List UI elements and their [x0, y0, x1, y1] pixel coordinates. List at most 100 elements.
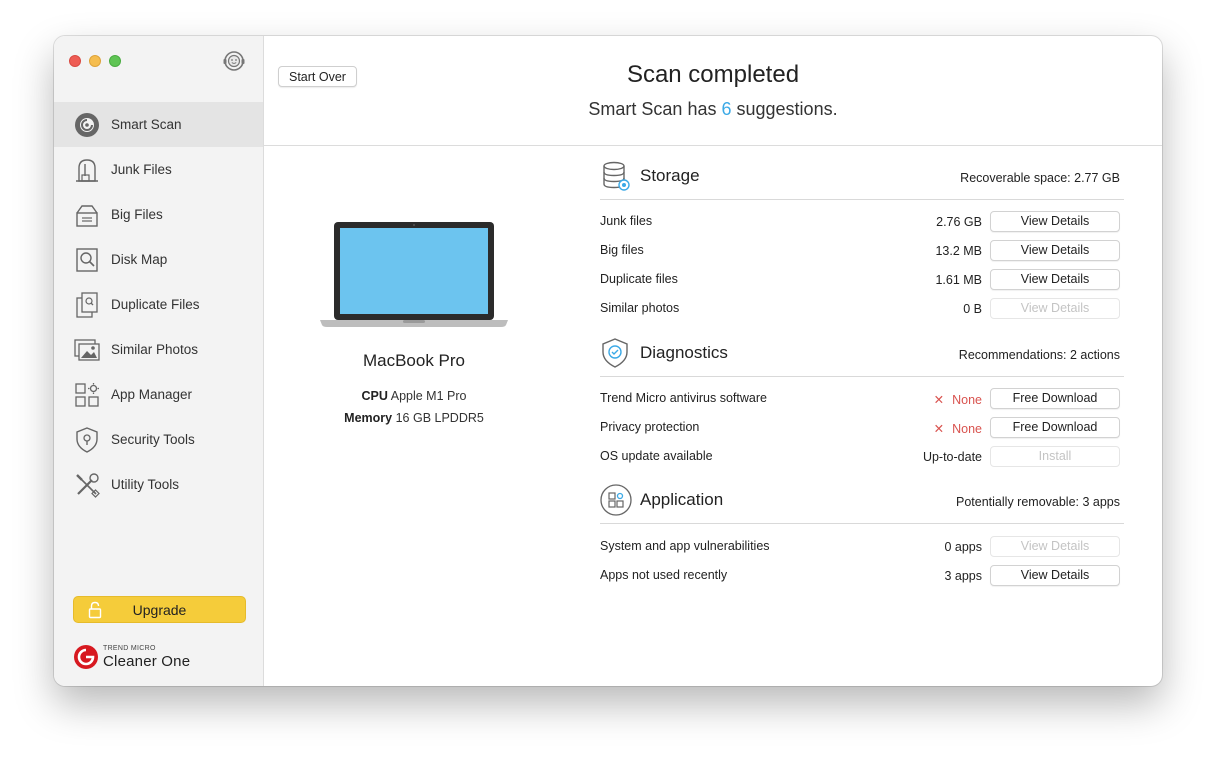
device-panel: MacBook Pro CPU Apple M1 Pro Memory 16 G… — [319, 221, 509, 441]
scan-header: Start Over Scan completed Smart Scan has… — [264, 36, 1162, 146]
storage-summary: Recoverable space: 2.77 GB — [960, 171, 1120, 185]
application-title: Application — [640, 490, 724, 509]
suggestion-count: 6 — [721, 99, 732, 119]
row-label: Junk files — [600, 214, 653, 228]
diagnostics-title: Diagnostics — [640, 343, 728, 362]
database-icon — [603, 161, 630, 191]
photos-icon — [72, 335, 102, 365]
sidebar-item-label: Big Files — [111, 207, 163, 222]
diagnostics-row-os-update: OS update available Up-to-date Install — [600, 443, 1124, 472]
view-details-button-disabled: View Details — [990, 298, 1120, 319]
minimize-window-button[interactable] — [89, 55, 101, 67]
row-label: OS update available — [600, 449, 713, 463]
free-download-button[interactable]: Free Download — [990, 417, 1120, 438]
sidebar: Smart Scan Junk Files Big Files Disk Map — [54, 36, 264, 686]
error-x-icon: ✕ — [933, 422, 945, 436]
status-text: None — [952, 393, 982, 407]
upgrade-label: Upgrade — [132, 601, 187, 618]
sidebar-item-security-tools[interactable]: Security Tools — [54, 417, 263, 462]
cpu-label: CPU — [361, 389, 388, 403]
sidebar-item-label: Similar Photos — [111, 342, 199, 357]
sidebar-item-junk-files[interactable]: Junk Files — [54, 147, 263, 192]
cpu-spec: CPU Apple M1 Pro — [319, 389, 509, 403]
row-value: 0 B — [963, 302, 982, 316]
view-details-button[interactable]: View Details — [990, 211, 1120, 232]
sidebar-item-disk-map[interactable]: Disk Map — [54, 237, 263, 282]
sidebar-item-label: Smart Scan — [111, 117, 182, 132]
storage-section-header: Storage Recoverable space: 2.77 GB — [600, 160, 1124, 200]
sidebar-item-duplicate-files[interactable]: Duplicate Files — [54, 282, 263, 327]
row-status: ✕ None — [934, 392, 982, 407]
subtitle-suffix: suggestions. — [736, 99, 838, 119]
zoom-window-button[interactable] — [109, 55, 121, 67]
free-download-button[interactable]: Free Download — [990, 388, 1120, 409]
view-details-button[interactable]: View Details — [990, 240, 1120, 261]
application-row-vulnerabilities: System and app vulnerabilities 0 apps Vi… — [600, 533, 1124, 562]
sidebar-item-label: Disk Map — [111, 252, 168, 267]
row-status: ✕ None — [934, 421, 982, 436]
row-status: Up-to-date — [922, 450, 982, 464]
row-value: 1.61 MB — [935, 273, 982, 287]
upgrade-button[interactable]: Upgrade — [73, 596, 246, 623]
diagnostics-row-privacy: Privacy protection ✕ None Free Download — [600, 414, 1124, 443]
row-label: System and app vulnerabilities — [600, 539, 770, 553]
sidebar-item-similar-photos[interactable]: Similar Photos — [54, 327, 263, 372]
close-window-button[interactable] — [69, 55, 81, 67]
view-details-button[interactable]: View Details — [990, 269, 1120, 290]
view-details-button[interactable]: View Details — [990, 565, 1120, 586]
diagnostics-section-header: Diagnostics Recommendations: 2 actions — [600, 337, 1124, 377]
sidebar-item-label: Security Tools — [111, 432, 195, 447]
sidebar-item-label: Duplicate Files — [111, 297, 200, 312]
lock-icon — [88, 601, 102, 619]
page-title: Scan completed — [626, 61, 800, 88]
memory-value: 16 GB LPDDR5 — [395, 411, 484, 425]
tools-icon — [72, 470, 102, 500]
sidebar-item-label: Junk Files — [111, 162, 172, 177]
vacuum-icon — [72, 155, 102, 185]
sidebar-item-utility-tools[interactable]: Utility Tools — [54, 462, 263, 507]
diagnostics-shield-icon — [602, 338, 628, 368]
row-value: 0 apps — [944, 540, 982, 554]
support-headset-icon[interactable] — [221, 48, 247, 74]
application-section-header: Application Potentially removable: 3 app… — [600, 484, 1124, 524]
storage-row-junk: Junk files 2.76 GB View Details — [600, 208, 1124, 237]
sidebar-nav: Smart Scan Junk Files Big Files Disk Map — [54, 102, 263, 507]
sidebar-item-label: App Manager — [111, 387, 193, 402]
application-summary: Potentially removable: 3 apps — [956, 495, 1120, 509]
row-label: Big files — [600, 243, 644, 257]
diagnostics-summary: Recommendations: 2 actions — [958, 348, 1120, 362]
memory-label: Memory — [344, 411, 393, 425]
duplicate-files-icon — [72, 290, 102, 320]
window-controls — [69, 55, 121, 67]
shield-icon — [72, 425, 102, 455]
big-files-icon — [72, 200, 102, 230]
row-value: 13.2 MB — [935, 244, 982, 258]
sidebar-item-big-files[interactable]: Big Files — [54, 192, 263, 237]
memory-spec: Memory 16 GB LPDDR5 — [319, 411, 509, 425]
row-label: Trend Micro antivirus software — [600, 391, 767, 405]
application-row-unused-apps: Apps not used recently 3 apps View Detai… — [600, 562, 1124, 591]
application-grid-icon — [600, 484, 632, 516]
trend-micro-logo-icon — [74, 645, 98, 669]
row-label: Privacy protection — [600, 420, 700, 434]
row-label: Apps not used recently — [600, 568, 728, 582]
brand-product-name: Cleaner One — [103, 653, 191, 670]
app-window: Smart Scan Junk Files Big Files Disk Map — [54, 36, 1162, 686]
row-value: 2.76 GB — [936, 215, 982, 229]
cpu-value: Apple M1 Pro — [390, 389, 467, 403]
main-panel: Start Over Scan completed Smart Scan has… — [264, 36, 1162, 686]
device-name: MacBook Pro — [362, 351, 466, 370]
diagnostics-row-antivirus: Trend Micro antivirus software ✕ None Fre… — [600, 385, 1124, 414]
view-details-button-disabled: View Details — [990, 536, 1120, 557]
smart-scan-icon — [72, 110, 102, 140]
error-x-icon: ✕ — [933, 393, 945, 407]
disk-map-icon — [72, 245, 102, 275]
laptop-icon — [320, 222, 508, 327]
storage-row-duplicate: Duplicate files 1.61 MB View Details — [600, 266, 1124, 295]
row-label: Duplicate files — [600, 272, 678, 286]
install-button-disabled: Install — [990, 446, 1120, 467]
sidebar-item-smart-scan[interactable]: Smart Scan — [54, 102, 263, 147]
sidebar-item-app-manager[interactable]: App Manager — [54, 372, 263, 417]
storage-row-big: Big files 13.2 MB View Details — [600, 237, 1124, 266]
brand-company: TREND MICRO — [103, 645, 156, 652]
